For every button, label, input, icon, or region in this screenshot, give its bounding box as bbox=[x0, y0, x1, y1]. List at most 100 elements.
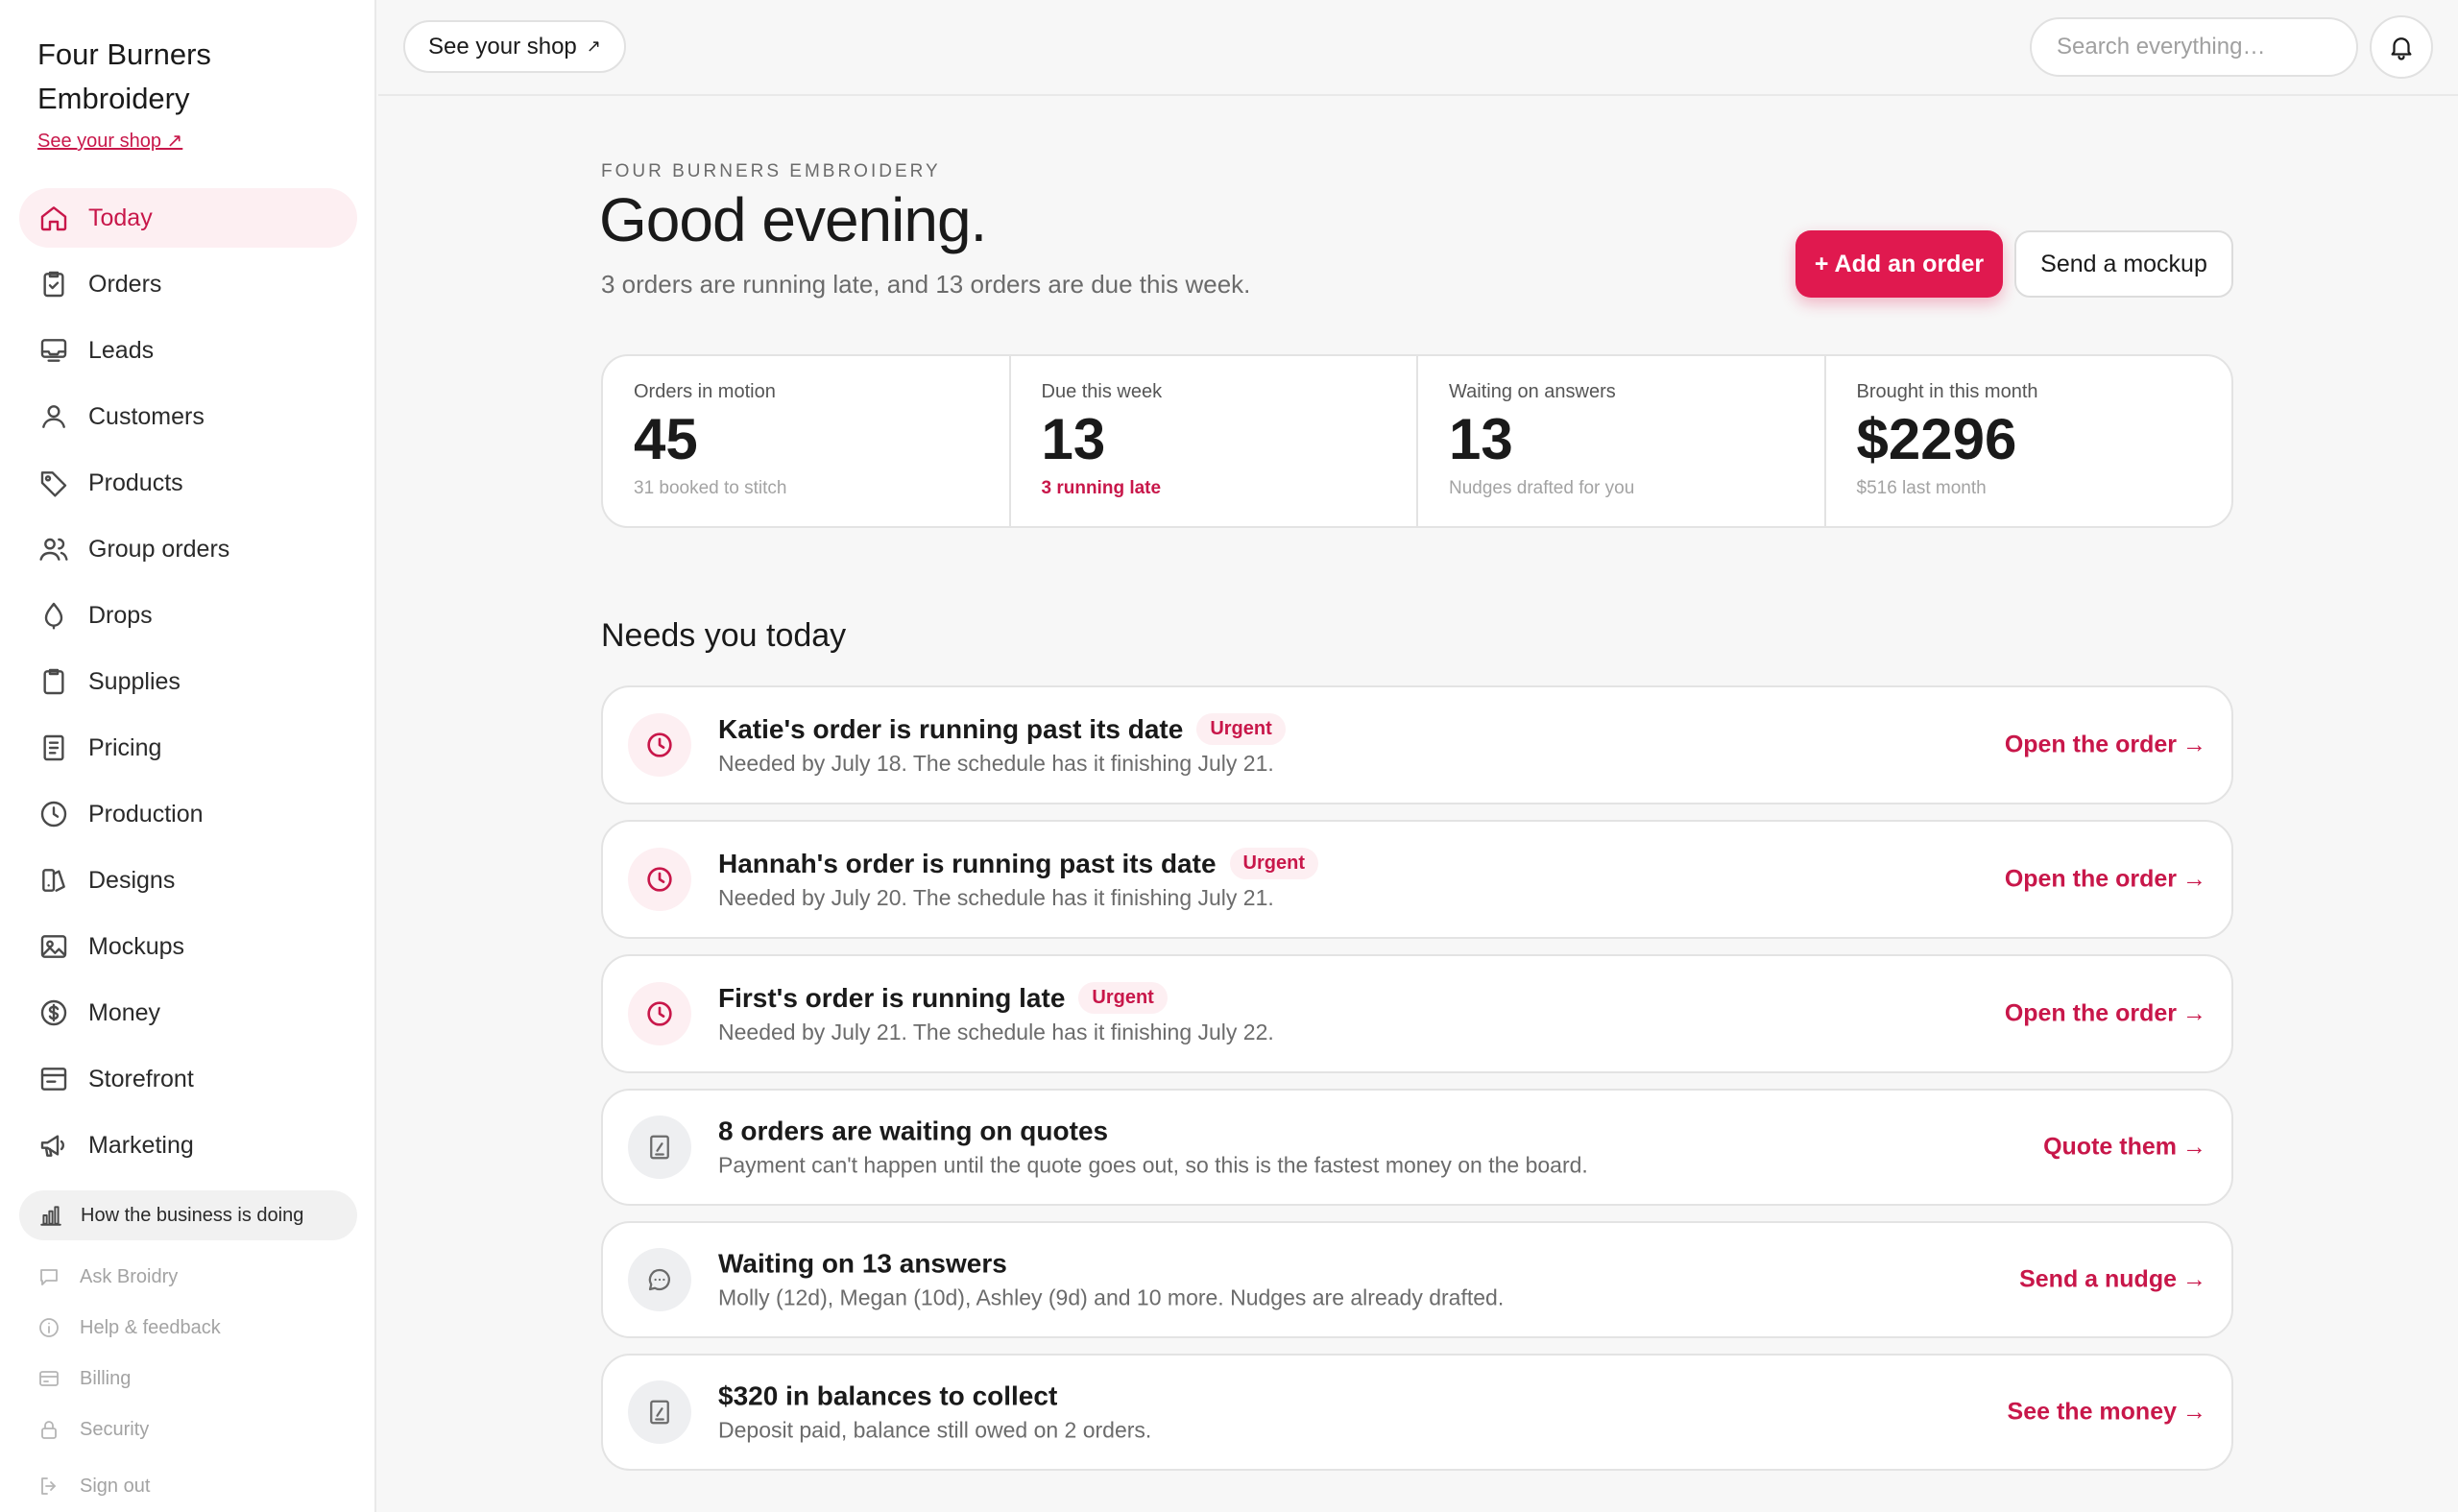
clock-icon bbox=[628, 848, 691, 911]
see-the-money-link[interactable]: See the money → bbox=[2008, 1399, 2206, 1427]
sidebar-item-leads[interactable]: Leads bbox=[19, 321, 357, 380]
notifications-button[interactable] bbox=[2370, 15, 2433, 79]
see-your-shop-button[interactable]: See your shop ↗ bbox=[403, 20, 626, 73]
sidebar-item-today[interactable]: Today bbox=[19, 188, 357, 248]
sidebar-item-group-orders[interactable]: Group orders bbox=[19, 519, 357, 579]
sidebar-item-customers[interactable]: Customers bbox=[19, 387, 357, 446]
sidebar-util-billing[interactable]: Billing bbox=[37, 1367, 345, 1390]
megaphone-icon bbox=[38, 1130, 69, 1161]
task-card[interactable]: Katie's order is running past its date U… bbox=[601, 685, 2233, 804]
sidebar-item-supplies[interactable]: Supplies bbox=[19, 652, 357, 711]
task-card[interactable]: Hannah's order is running past its date … bbox=[601, 820, 2233, 939]
task-text: Katie's order is running past its date U… bbox=[718, 713, 1286, 777]
task-action-label: Quote them bbox=[2043, 1133, 2177, 1161]
open-order-link[interactable]: Open the order → bbox=[2005, 866, 2206, 894]
clipboard-icon bbox=[38, 666, 69, 697]
chat-icon bbox=[628, 1248, 691, 1311]
sidebar-item-label: Production bbox=[88, 800, 204, 828]
sidebar-util-security[interactable]: Security bbox=[37, 1418, 345, 1441]
open-order-link[interactable]: Open the order → bbox=[2005, 732, 2206, 759]
stat-brought-in-this-month[interactable]: Brought in this month $2296 $516 last mo… bbox=[1826, 356, 2232, 526]
sidebar-util-sign-out[interactable]: Sign out bbox=[37, 1475, 345, 1498]
task-action-label: See the money bbox=[2007, 1398, 2177, 1426]
see-your-shop-label: See your shop bbox=[428, 33, 577, 60]
task-title: Hannah's order is running past its date bbox=[718, 848, 1217, 878]
sidebar-util-label: Security bbox=[80, 1418, 150, 1440]
task-title-row: Katie's order is running past its date U… bbox=[718, 713, 1286, 745]
sidebar-item-label: Designs bbox=[88, 866, 176, 894]
sidebar-item-production[interactable]: Production bbox=[19, 784, 357, 844]
send-nudge-link[interactable]: Send a nudge → bbox=[2019, 1266, 2206, 1294]
sidebar-item-label: Group orders bbox=[88, 535, 230, 563]
home-icon bbox=[38, 203, 69, 233]
inbox-icon bbox=[38, 335, 69, 366]
urgent-badge: Urgent bbox=[1078, 982, 1168, 1014]
page-title: Good evening. bbox=[599, 185, 987, 254]
urgent-badge: Urgent bbox=[1196, 713, 1286, 745]
send-mockup-button[interactable]: Send a mockup bbox=[2014, 230, 2233, 298]
external-link-icon: ↗ bbox=[586, 36, 601, 56]
image-icon bbox=[38, 931, 69, 962]
sidebar-util-label: Help & feedback bbox=[80, 1316, 221, 1338]
search-input[interactable] bbox=[2030, 17, 2358, 77]
sidebar-util-help[interactable]: Help & feedback bbox=[37, 1316, 345, 1339]
sidebar-item-pricing[interactable]: Pricing bbox=[19, 718, 357, 778]
sidebar-item-label: Orders bbox=[88, 270, 162, 298]
task-card[interactable]: $320 in balances to collect Deposit paid… bbox=[601, 1354, 2233, 1471]
sidebar-item-label: Today bbox=[88, 204, 153, 231]
sidebar-item-marketing[interactable]: Marketing bbox=[19, 1116, 357, 1175]
sidebar-item-label: Customers bbox=[88, 402, 205, 430]
arrow-right-icon: → bbox=[2182, 999, 2206, 1027]
sidebar-item-money[interactable]: Money bbox=[19, 983, 357, 1043]
sidebar-util-label: Sign out bbox=[80, 1475, 151, 1497]
stat-value: 13 bbox=[1449, 407, 1513, 471]
info-icon bbox=[37, 1316, 60, 1339]
task-title: Waiting on 13 answers bbox=[718, 1248, 1007, 1279]
sidebar-item-label: Marketing bbox=[88, 1131, 194, 1159]
stat-note: 3 running late bbox=[1041, 478, 1162, 498]
stat-note: 31 booked to stitch bbox=[634, 478, 787, 498]
sidebar: Four Burners Embroidery See your shop ↗ … bbox=[0, 0, 376, 1512]
sign-out-icon bbox=[37, 1475, 60, 1498]
top-bar: See your shop ↗ bbox=[378, 0, 2458, 96]
sidebar-item-label: Leads bbox=[88, 336, 155, 364]
sidebar-item-label: Mockups bbox=[88, 932, 185, 960]
stat-waiting-on-answers[interactable]: Waiting on answers 13 Nudges drafted for… bbox=[1418, 356, 1826, 526]
stat-due-this-week[interactable]: Due this week 13 3 running late bbox=[1011, 356, 1418, 526]
urgent-badge: Urgent bbox=[1229, 848, 1318, 879]
task-card[interactable]: First's order is running late Urgent Nee… bbox=[601, 954, 2233, 1073]
storefront-icon bbox=[38, 1064, 69, 1094]
task-card[interactable]: Waiting on 13 answers Molly (12d), Megan… bbox=[601, 1221, 2233, 1338]
stat-orders-in-motion[interactable]: Orders in motion 45 31 booked to stitch bbox=[603, 356, 1011, 526]
tag-icon bbox=[38, 468, 69, 498]
chat-icon bbox=[37, 1265, 60, 1288]
stats-panel: Orders in motion 45 31 booked to stitch … bbox=[601, 354, 2233, 528]
bell-icon bbox=[2387, 33, 2416, 61]
clock-icon bbox=[38, 799, 69, 829]
sidebar-item-mockups[interactable]: Mockups bbox=[19, 917, 357, 976]
task-title: First's order is running late bbox=[718, 982, 1066, 1013]
sidebar-item-designs[interactable]: Designs bbox=[19, 851, 357, 910]
business-health-label: How the business is doing bbox=[81, 1204, 304, 1226]
sidebar-item-products[interactable]: Products bbox=[19, 453, 357, 513]
task-card[interactable]: 8 orders are waiting on quotes Payment c… bbox=[601, 1089, 2233, 1206]
sidebar-item-drops[interactable]: Drops bbox=[19, 586, 357, 645]
sidebar-item-label: Money bbox=[88, 998, 161, 1026]
sidebar-item-label: Storefront bbox=[88, 1065, 194, 1092]
sidebar-item-orders[interactable]: Orders bbox=[19, 254, 357, 314]
drop-icon bbox=[38, 600, 69, 631]
task-action-label: Open the order bbox=[2004, 999, 2177, 1027]
sidebar-item-storefront[interactable]: Storefront bbox=[19, 1049, 357, 1109]
business-health-link[interactable]: How the business is doing bbox=[19, 1190, 357, 1240]
sidebar-util-ask-broidry[interactable]: Ask Broidry bbox=[37, 1265, 345, 1288]
add-order-button[interactable]: + Add an order bbox=[1795, 230, 2003, 298]
task-title: 8 orders are waiting on quotes bbox=[718, 1116, 1109, 1146]
lock-icon bbox=[37, 1418, 60, 1441]
sidebar-item-label: Pricing bbox=[88, 733, 162, 761]
see-your-shop-link[interactable]: See your shop ↗ bbox=[37, 129, 182, 153]
user-icon bbox=[38, 401, 69, 432]
clipboard-check-icon bbox=[38, 269, 69, 300]
clock-icon bbox=[628, 713, 691, 777]
quote-them-link[interactable]: Quote them → bbox=[2043, 1134, 2206, 1162]
open-order-link[interactable]: Open the order → bbox=[2005, 1000, 2206, 1028]
